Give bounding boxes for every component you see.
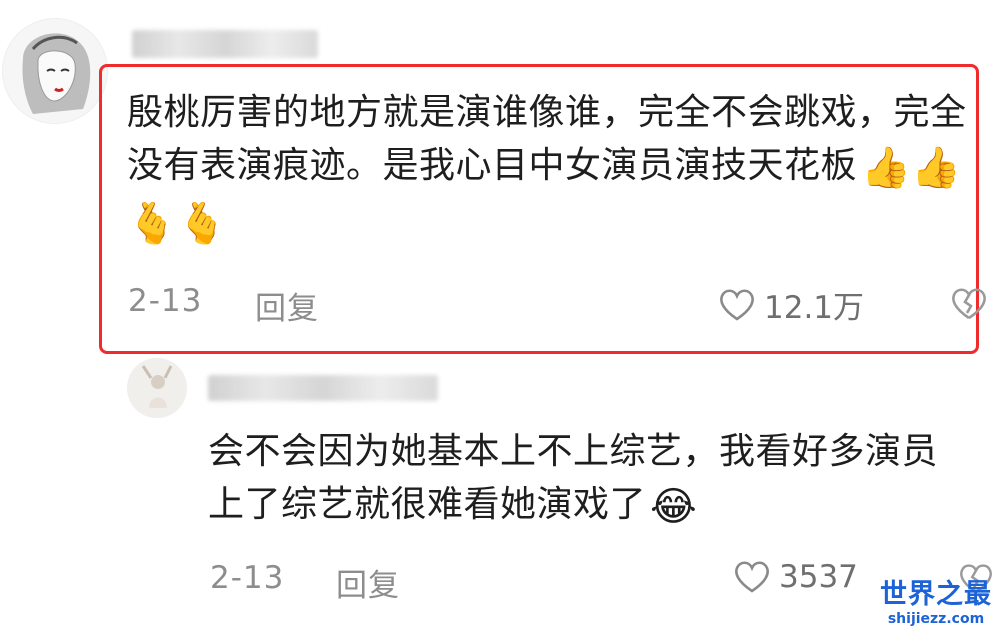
watermark-name: 世界之最: [880, 579, 992, 610]
user-avatar[interactable]: [2, 18, 108, 124]
heart-icon: [733, 560, 771, 594]
user-avatar[interactable]: [127, 358, 187, 418]
comment-text: 殷桃厉害的地方就是演谁像谁，完全不会跳戏，完全没有表演痕迹。是我心目中女演员演技…: [127, 92, 967, 247]
heart-icon: [718, 288, 756, 322]
comment-text: 会不会因为她基本上不上综艺，我看好多演员上了综艺就很难看她演戏了 😂: [208, 431, 939, 530]
comment-date: 2-13: [210, 560, 285, 596]
reply-button[interactable]: 回复: [255, 283, 319, 328]
like-count: 12.1万: [764, 290, 865, 326]
username-blurred[interactable]: [132, 30, 318, 58]
watermark-url: shijiezz.com: [887, 611, 985, 627]
like-button[interactable]: 3537: [733, 559, 858, 595]
reply-button[interactable]: 回复: [336, 560, 400, 605]
dislike-broken-heart-icon[interactable]: [950, 287, 988, 321]
username-blurred[interactable]: [208, 375, 438, 401]
like-button[interactable]: 12.1万: [718, 282, 864, 327]
like-count: 3537: [779, 559, 858, 595]
comment-date: 2-13: [128, 283, 203, 319]
site-watermark: 世界之最 shijiezz.com: [872, 580, 1000, 638]
emoji-reaction: 😂: [650, 484, 698, 530]
